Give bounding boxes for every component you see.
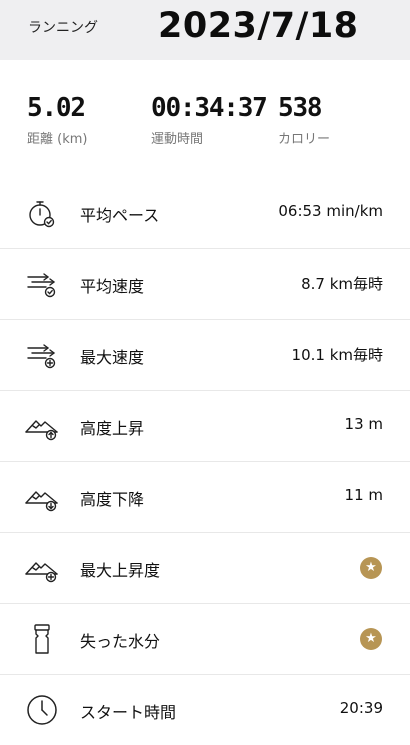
metric-value: 13 m [344,415,383,433]
metric-row-water-loss[interactable]: 失った水分 ★ [0,603,410,674]
metric-row-avg-pace[interactable]: 平均ペース 06:53 min/km [0,178,410,248]
stat-calories: 538 カロリー [278,92,330,147]
activity-date: 2023/7/18 [158,6,359,46]
metric-row-elevation-loss[interactable]: 高度下降 11 m [0,461,410,532]
metric-value: 20:39 [339,699,383,717]
metric-value: 11 m [344,486,383,504]
stat-calories-value: 538 [278,93,323,123]
stat-duration: 00:34:37 運動時間 [151,92,268,147]
speed-lines-check-icon [24,266,60,302]
metric-row-max-speed[interactable]: 最大速度 10.1 km毎時 [0,319,410,390]
stat-duration-value: 00:34:37 [151,93,268,123]
premium-star-icon[interactable]: ★ [360,628,382,650]
premium-star-icon[interactable]: ★ [360,557,382,579]
metric-label: 平均ペース [80,206,160,225]
metrics-list: 平均ペース 06:53 min/km 平均速度 8.7 km毎時 最大速度 10… [0,178,410,745]
stat-distance-value: 5.02 [27,93,86,123]
activity-type: ランニング [28,20,98,36]
metric-label: 高度下降 [80,490,145,509]
metric-label: 最大速度 [80,348,145,367]
water-bottle-icon [24,621,60,657]
stat-distance: 5.02 距離 (km) [27,92,87,147]
stat-calories-label: カロリー [278,132,331,147]
metric-label: スタート時間 [80,703,177,722]
metric-label: 平均速度 [80,277,145,296]
mountain-plus-icon [24,550,60,586]
metric-value: 10.1 km毎時 [291,346,383,364]
stat-distance-label: 距離 (km) [27,132,88,147]
metric-row-avg-speed[interactable]: 平均速度 8.7 km毎時 [0,248,410,319]
metric-label: 最大上昇度 [80,561,161,580]
metric-row-max-elevation[interactable]: 最大上昇度 ★ [0,532,410,603]
speed-lines-plus-icon [24,337,60,373]
metric-row-elevation-gain[interactable]: 高度上昇 13 m [0,390,410,461]
metric-row-start-time[interactable]: スタート時間 20:39 [0,674,410,745]
metric-label: 高度上昇 [80,419,145,438]
stopwatch-icon [24,195,60,231]
metric-value: 06:53 min/km [278,202,383,220]
metric-value: 8.7 km毎時 [301,275,383,293]
stat-duration-label: 運動時間 [151,132,204,147]
clock-icon [24,692,60,728]
mountain-up-icon [24,408,60,444]
summary-stats: 5.02 距離 (km) 00:34:37 運動時間 538 カロリー [0,60,410,180]
metric-label: 失った水分 [80,632,161,651]
header: ランニング 2023/7/18 [0,0,410,60]
mountain-down-icon [24,479,60,515]
